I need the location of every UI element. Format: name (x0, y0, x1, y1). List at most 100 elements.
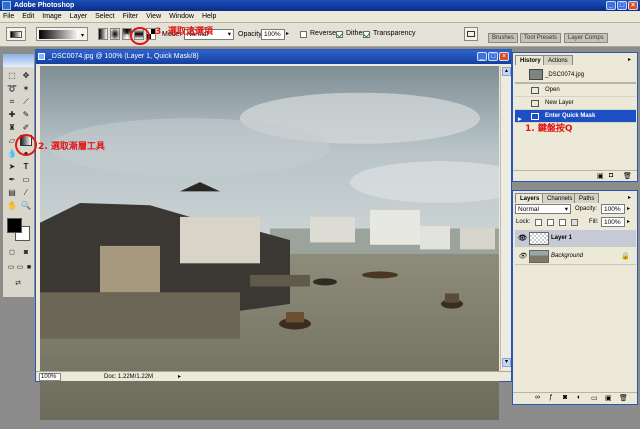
screen-mode-full-icon[interactable]: ■ (23, 262, 35, 273)
vertical-scrollbar[interactable]: ▴ ▾ (500, 66, 511, 370)
tab-paths[interactable]: Paths (574, 193, 600, 203)
visibility-eye-icon[interactable]: 👁 (518, 235, 527, 242)
transparency-checkbox[interactable] (363, 31, 370, 38)
menu-image[interactable]: Image (39, 11, 64, 23)
magic-wand-tool-icon[interactable]: ✶ (20, 83, 32, 94)
document-title-bar[interactable]: _DSC0074.jpg @ 100% (Layer 1, Quick Mask… (36, 50, 511, 64)
clone-stamp-tool-icon[interactable]: ♜ (6, 122, 18, 133)
layer-row-background[interactable]: 👁 Background 🔒 (515, 248, 636, 265)
crop-tool-icon[interactable]: ⌗ (6, 96, 18, 107)
history-brush-source-icon: ▸ (518, 116, 522, 123)
doc-minimize-button[interactable]: _ (477, 52, 487, 61)
annotation-step-3: 3. 選取這選項 (155, 27, 213, 37)
radial-gradient-button[interactable] (110, 28, 120, 40)
new-layer-icon[interactable]: ▣ (605, 394, 612, 402)
well-tab-layer-comps[interactable]: Layer Comps (564, 33, 608, 43)
history-state-new-layer[interactable]: New Layer (515, 97, 636, 110)
lock-transparent-button[interactable] (535, 219, 542, 226)
layer-opacity-input[interactable]: 100% (601, 204, 625, 214)
well-tab-brushes[interactable]: Brushes (488, 33, 519, 43)
image-canvas[interactable] (40, 66, 499, 420)
linear-gradient-button[interactable] (98, 28, 108, 40)
dither-checkbox[interactable] (336, 31, 343, 38)
tab-layers[interactable]: Layers (515, 193, 545, 203)
menu-file[interactable]: File (0, 11, 17, 23)
add-mask-icon[interactable]: ◙ (563, 394, 567, 401)
layer-name: Background (551, 253, 584, 259)
opacity-input[interactable]: 100% (261, 29, 285, 40)
pen-tool-icon[interactable]: ✒ (6, 174, 18, 185)
history-brush-tool-icon[interactable]: ✐ (20, 122, 32, 133)
trash-icon[interactable]: 🗑 (623, 172, 632, 180)
tool-preset-picker[interactable] (6, 27, 26, 41)
lasso-tool-icon[interactable]: ➰ (6, 83, 18, 94)
gradient-picker[interactable]: ▾ (36, 27, 88, 41)
history-state-open[interactable]: Open (515, 84, 636, 97)
quick-mask-mode-icon[interactable]: ◙ (20, 247, 32, 258)
menu-help[interactable]: Help (199, 11, 219, 23)
lock-position-button[interactable] (559, 219, 566, 226)
dither-label: Dither (346, 30, 365, 37)
fill-input[interactable]: 100% (601, 217, 625, 227)
path-selection-tool-icon[interactable]: ➤ (6, 161, 18, 172)
healing-brush-tool-icon[interactable]: ✚ (6, 109, 18, 120)
chevron-right-icon[interactable]: ▸ (178, 373, 181, 380)
zoom-level-field[interactable]: 100% (39, 373, 61, 381)
minimize-button[interactable]: _ (606, 1, 616, 10)
layer-row-layer-1[interactable]: 👁 Layer 1 (515, 230, 636, 247)
eyedropper-tool-icon[interactable]: ⁄ (20, 187, 32, 198)
chevron-right-icon[interactable]: ▸ (286, 30, 289, 37)
menu-select[interactable]: Select (92, 11, 117, 23)
chevron-right-icon[interactable]: ▸ (627, 205, 630, 212)
new-group-icon[interactable]: ▭ (591, 394, 598, 402)
photoshop-app-icon (2, 1, 11, 10)
foreground-color-swatch[interactable] (7, 218, 22, 233)
scroll-down-arrow[interactable]: ▾ (502, 358, 511, 367)
snapshot-label: _DSC0074.jpg (545, 72, 585, 78)
hand-tool-icon[interactable]: ✋ (6, 200, 18, 211)
tab-actions[interactable]: Actions (543, 55, 573, 65)
palette-menu-icon[interactable]: ▸ (628, 194, 631, 201)
slice-tool-icon[interactable]: ⟋ (20, 96, 32, 107)
zoom-tool-icon[interactable]: 🔍 (20, 200, 32, 211)
menu-filter[interactable]: Filter (120, 11, 142, 23)
trash-icon[interactable]: 🗑 (619, 394, 628, 402)
marquee-tool-icon[interactable]: ⬚ (6, 70, 18, 81)
close-button[interactable]: × (628, 1, 638, 10)
well-tab-tool-presets[interactable]: Tool Presets (520, 33, 562, 43)
brush-tool-icon[interactable]: ✎ (20, 109, 32, 120)
doc-maximize-button[interactable]: □ (488, 52, 498, 61)
menu-layer[interactable]: Layer (67, 11, 91, 23)
adjustment-layer-icon[interactable]: ◐ (577, 394, 581, 401)
standard-mode-icon[interactable]: ◻ (6, 247, 18, 258)
reverse-checkbox[interactable] (300, 31, 307, 38)
layers-palette: Layers Channels Paths ▸ Normal ▾ Opacity… (512, 190, 638, 405)
move-tool-icon[interactable]: ✥ (20, 70, 32, 81)
notes-tool-icon[interactable]: ▤ (6, 187, 18, 198)
palette-menu-icon[interactable]: ▸ (628, 56, 631, 63)
menu-view[interactable]: View (143, 11, 164, 23)
new-document-icon[interactable]: ▣ (597, 172, 604, 180)
snapshot-camera-icon[interactable]: ◘ (609, 172, 613, 179)
maximize-button[interactable]: □ (617, 1, 627, 10)
doc-close-button[interactable]: × (499, 52, 509, 61)
chevron-right-icon[interactable]: ▸ (627, 218, 630, 225)
palette-well-icon[interactable] (464, 27, 478, 41)
jump-to-imageready-icon[interactable]: ⇄ (12, 278, 24, 289)
link-layers-icon[interactable]: ∞ (535, 394, 540, 401)
menu-bar: File Edit Image Layer Select Filter View… (0, 11, 640, 23)
scroll-up-arrow[interactable]: ▴ (502, 67, 511, 76)
menu-edit[interactable]: Edit (19, 11, 37, 23)
visibility-eye-icon[interactable]: 👁 (518, 253, 527, 260)
lock-image-button[interactable] (547, 219, 554, 226)
history-snapshot[interactable]: _DSC0074.jpg (515, 66, 636, 84)
white-building (310, 216, 355, 243)
blend-mode-select[interactable]: Normal ▾ (515, 204, 571, 214)
type-tool-icon[interactable]: T (20, 161, 32, 172)
lock-all-button[interactable] (571, 219, 578, 226)
menu-window[interactable]: Window (166, 11, 197, 23)
layer-style-icon[interactable]: ƒ (549, 394, 553, 401)
shape-tool-icon[interactable]: ▭ (20, 174, 32, 185)
tab-history[interactable]: History (515, 55, 546, 65)
tab-channels[interactable]: Channels (542, 193, 578, 203)
